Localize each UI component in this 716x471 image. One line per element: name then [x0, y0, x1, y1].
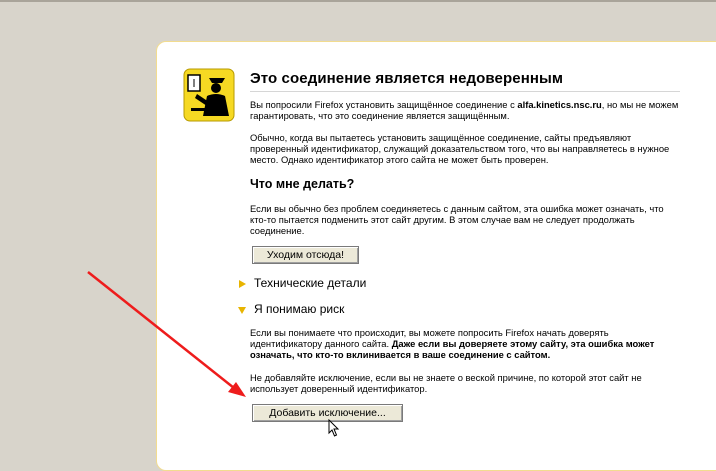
technical-details-toggle[interactable]: Технические детали	[254, 276, 366, 290]
triangle-right-icon[interactable]	[237, 279, 247, 289]
title-divider	[250, 91, 680, 92]
leave-button[interactable]: Уходим отсюда!	[252, 246, 359, 264]
what-to-do-text: Если вы обычно без проблем соединяетесь …	[250, 203, 664, 237]
what-to-do-heading: Что мне делать?	[250, 177, 355, 191]
intro-host: alfa.kinetics.nsc.ru	[517, 99, 602, 110]
explanation-text: Обычно, когда вы пытаетесь установить за…	[250, 132, 670, 166]
page-title: Это соединение является недоверенным	[250, 70, 564, 87]
exception-warning-text: Не добавляйте исключение, если вы не зна…	[250, 372, 642, 395]
triangle-down-icon[interactable]	[237, 305, 247, 315]
understand-risks-toggle[interactable]: Я понимаю риск	[254, 302, 344, 316]
risk-text: Если вы понимаете что происходит, вы мож…	[250, 327, 680, 361]
intro-prefix: Вы попросили Firefox установить защищённ…	[250, 99, 518, 110]
mouse-cursor-icon	[328, 419, 340, 437]
window-top-border	[0, 0, 716, 2]
intro-text: Вы попросили Firefox установить защищённ…	[250, 99, 680, 121]
police-officer-icon	[183, 68, 235, 122]
